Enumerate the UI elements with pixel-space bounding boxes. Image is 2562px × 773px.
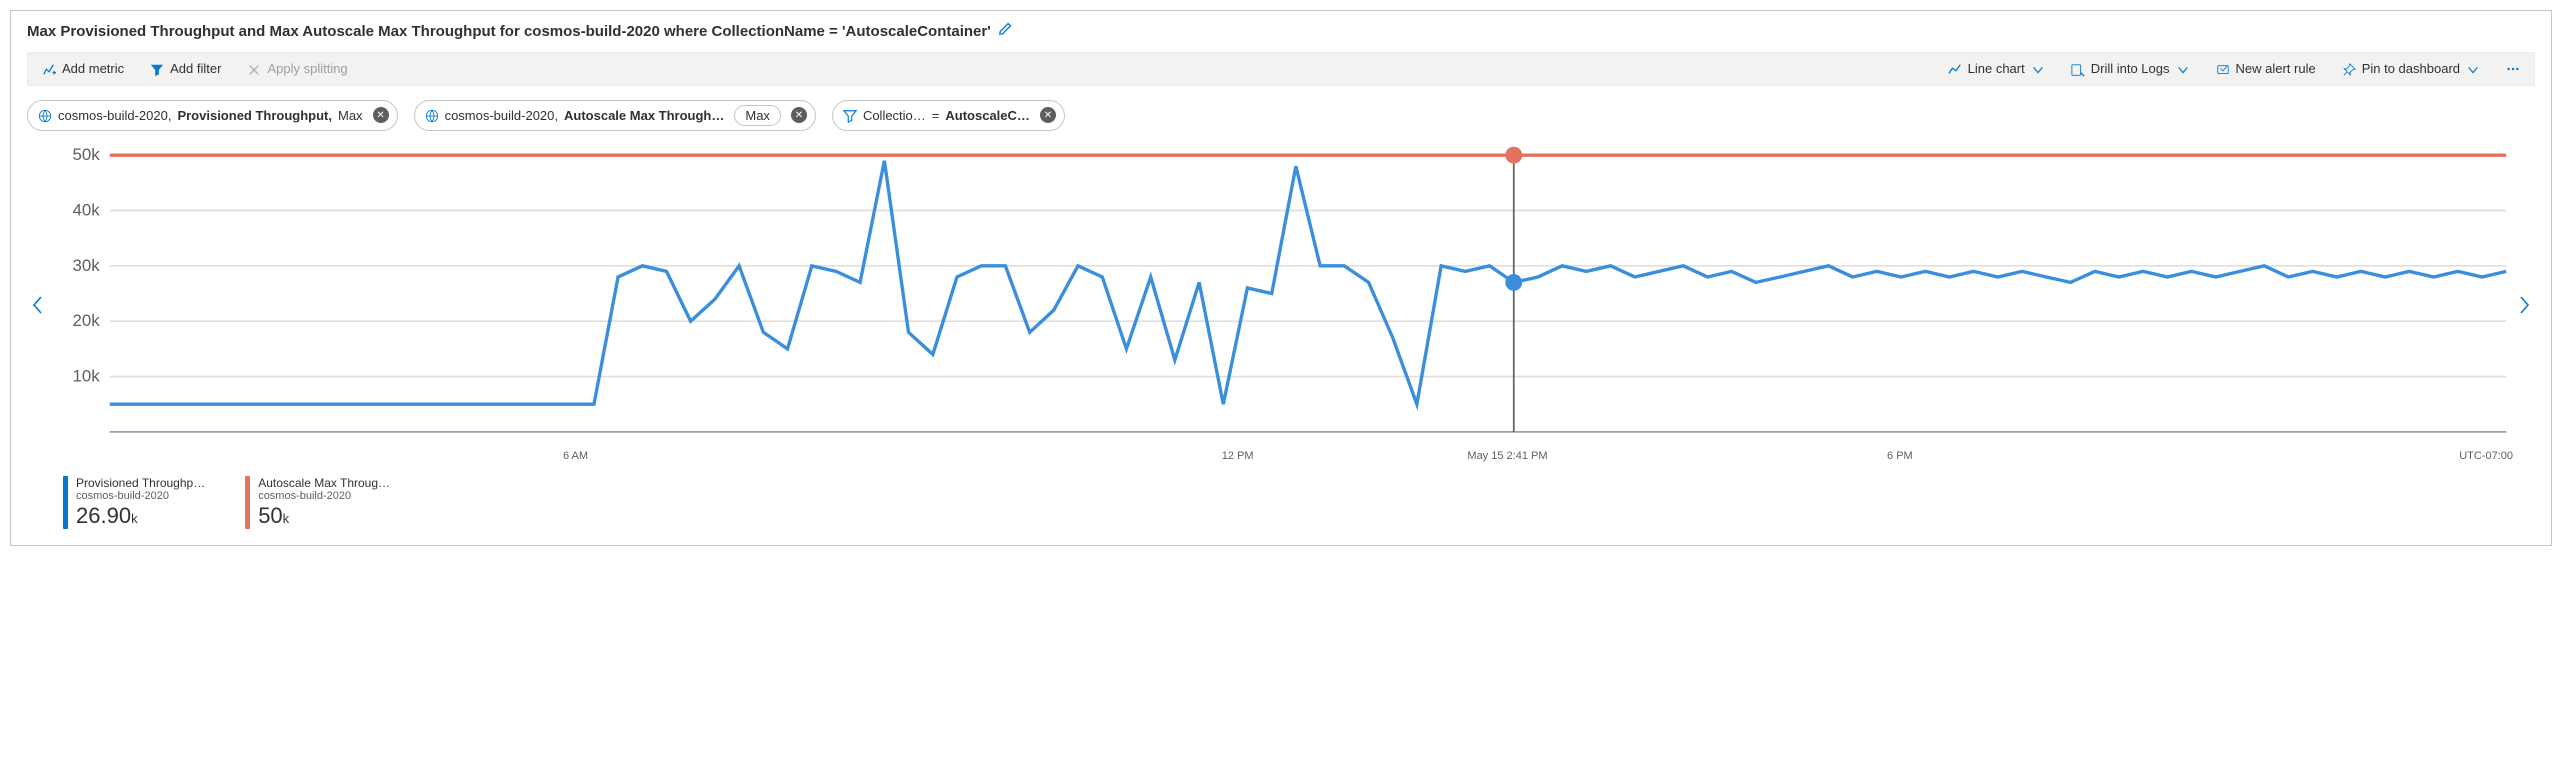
filter-eq: = [932,108,940,123]
metric2-resource: cosmos-build-2020, [445,108,558,123]
metric2-agg[interactable]: Max [734,105,781,126]
legend: Provisioned Throughp… cosmos-build-2020 … [63,476,2535,529]
svg-text:20k: 20k [72,311,100,330]
legend2-name: Autoscale Max Throug… [258,476,390,490]
chart-svg: 10k 20k 30k 40k 50k [49,145,2513,449]
legend-swatch-blue [63,476,68,529]
chart-type-dropdown[interactable]: Line chart [1942,57,2051,81]
legend1-sub: cosmos-build-2020 [76,490,205,502]
drill-logs-label: Drill into Logs [2091,61,2170,76]
x-tick-2: 6 PM [1887,450,1913,462]
apply-splitting-button: Apply splitting [241,57,353,81]
remove-metric2-button[interactable]: ✕ [791,107,807,123]
timezone-label: UTC-07:00 [2459,450,2513,462]
resource-icon [425,107,439,123]
add-filter-label: Add filter [170,61,221,76]
metric2-name: Autoscale Max Through… [564,108,724,123]
chevron-down-icon [2466,61,2480,77]
new-alert-label: New alert rule [2236,61,2316,76]
add-metric-button[interactable]: Add metric [36,57,130,81]
chart-area[interactable]: 10k 20k 30k 40k 50k 6 AM 12 PM 6 PM May 15 2… [49,145,2513,467]
chart-type-label: Line chart [1968,61,2025,76]
resource-icon [38,107,52,123]
legend1-name: Provisioned Throughp… [76,476,205,490]
metric-pill-provisioned[interactable]: cosmos-build-2020, Provisioned Throughpu… [27,100,398,131]
x-axis: 6 AM 12 PM 6 PM May 15 2:41 PM UTC-07:00 [85,450,2513,466]
logs-icon [2071,61,2085,77]
time-next-button[interactable] [2513,145,2535,467]
chart-wrap: 10k 20k 30k 40k 50k 6 AM 12 PM 6 PM May 15 2… [27,145,2535,467]
filter-property: Collectio… [863,108,926,123]
chevron-down-icon [2031,61,2045,77]
metric-pill-autoscale[interactable]: cosmos-build-2020, Autoscale Max Through… [414,100,816,131]
filter-value: AutoscaleC… [945,108,1030,123]
pin-icon [2342,61,2356,77]
remove-metric1-button[interactable]: ✕ [373,107,389,123]
page-title: Max Provisioned Throughput and Max Autos… [27,23,991,40]
drill-logs-dropdown[interactable]: Drill into Logs [2065,57,2196,81]
edit-title-icon[interactable] [997,21,1013,42]
legend-item-autoscale[interactable]: Autoscale Max Throug… cosmos-build-2020 … [245,476,390,529]
legend2-value: 50k [258,503,390,529]
svg-text:30k: 30k [72,255,100,274]
metric1-agg: Max [338,108,363,123]
line-chart-icon [1948,61,1962,77]
remove-filter-button[interactable]: ✕ [1040,107,1056,123]
more-menu-button[interactable] [2500,58,2526,80]
legend-swatch-coral [245,476,250,529]
metrics-panel: Max Provisioned Throughput and Max Autos… [10,10,2552,546]
svg-text:50k: 50k [72,145,100,164]
cursor-time-label: May 15 2:41 PM [1467,450,1547,462]
x-tick-0: 6 AM [563,450,588,462]
filter-pill[interactable]: Collectio… = AutoscaleC… ✕ [832,100,1065,131]
time-prev-button[interactable] [27,145,49,467]
ellipsis-icon [2506,62,2520,76]
svg-text:40k: 40k [72,200,100,219]
pin-dashboard-dropdown[interactable]: Pin to dashboard [2336,57,2486,81]
title-row: Max Provisioned Throughput and Max Autos… [27,21,2535,42]
pin-dashboard-label: Pin to dashboard [2362,61,2460,76]
filter-icon [150,61,164,77]
toolbar: Add metric Add filter Apply splitting Li… [27,52,2535,86]
add-metric-icon [42,61,56,77]
alert-icon [2216,61,2230,77]
svg-text:10k: 10k [72,366,100,385]
metric1-name: Provisioned Throughput, [177,108,332,123]
filter-icon [843,107,857,123]
legend2-sub: cosmos-build-2020 [258,490,390,502]
add-metric-label: Add metric [62,61,124,76]
metric1-resource: cosmos-build-2020, [58,108,171,123]
chevron-down-icon [2176,61,2190,77]
apply-splitting-label: Apply splitting [267,61,347,76]
add-filter-button[interactable]: Add filter [144,57,227,81]
new-alert-button[interactable]: New alert rule [2210,57,2322,81]
legend1-value: 26.90k [76,503,205,529]
x-tick-1: 12 PM [1222,450,1254,462]
metric-pills: cosmos-build-2020, Provisioned Throughpu… [27,100,2535,131]
legend-item-provisioned[interactable]: Provisioned Throughp… cosmos-build-2020 … [63,476,205,529]
split-icon [247,61,261,77]
